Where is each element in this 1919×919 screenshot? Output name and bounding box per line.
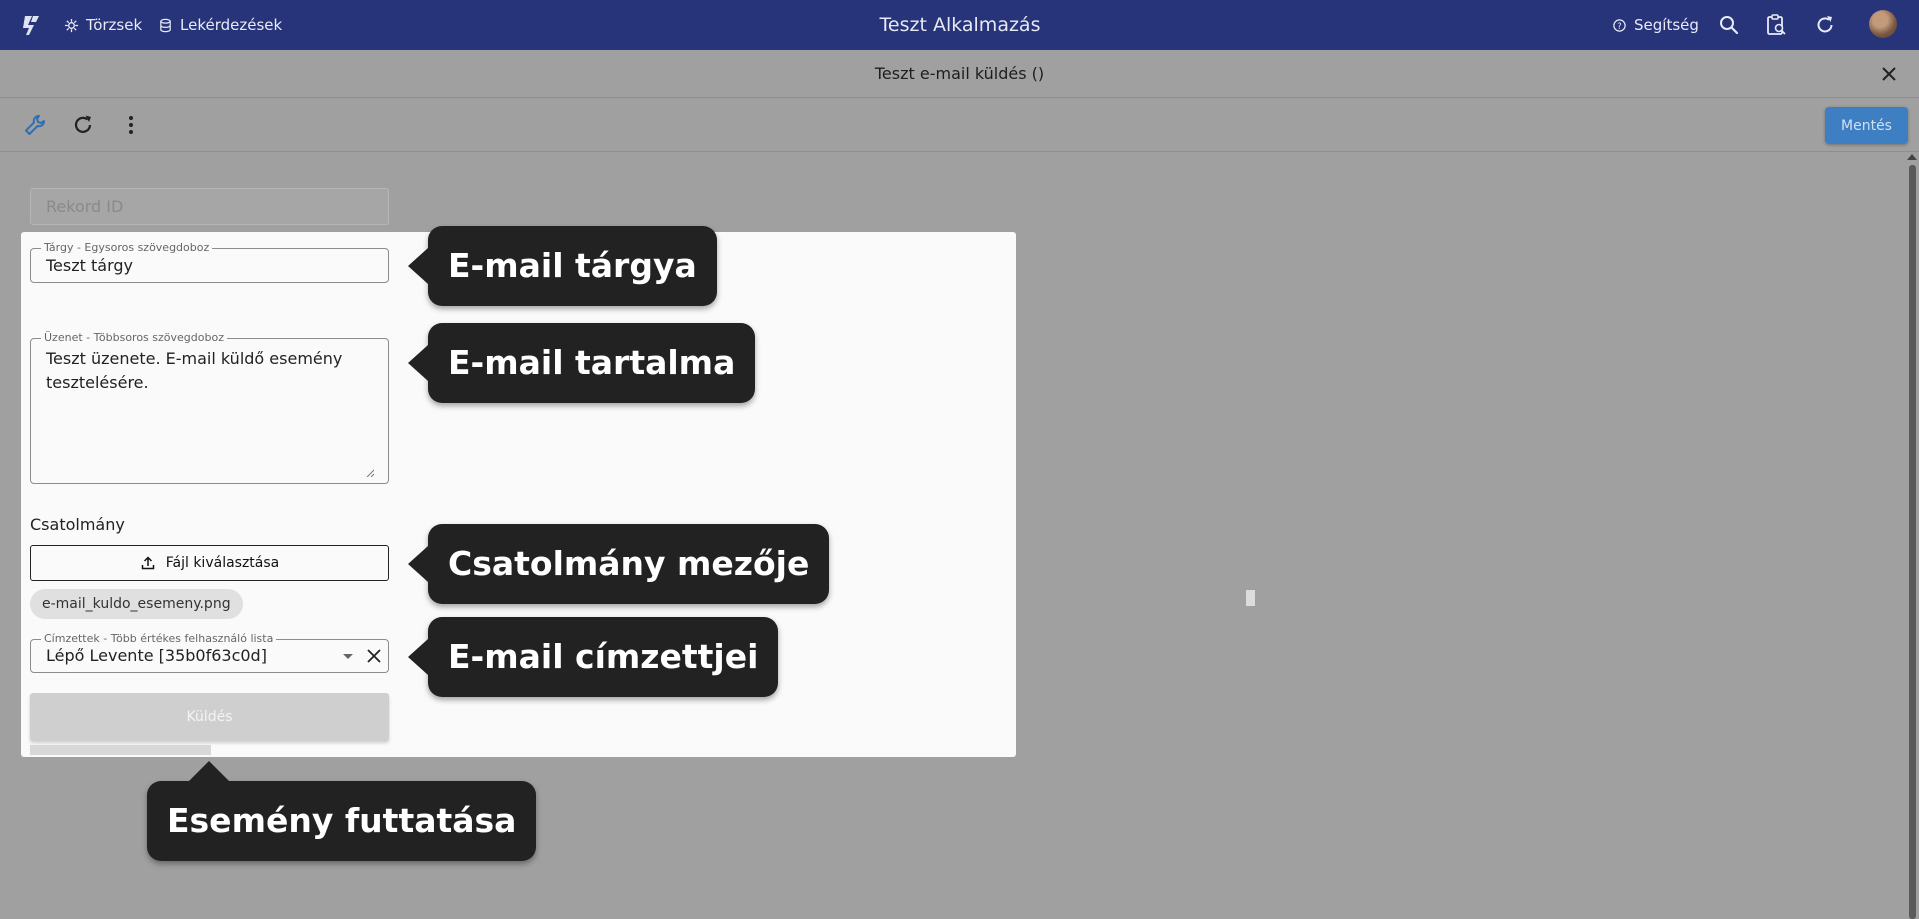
- subject-field[interactable]: Tárgy - Egysoros szövegdoboz Teszt tárgy: [30, 241, 389, 283]
- database-icon: [160, 18, 171, 32]
- svg-text:?: ?: [1617, 20, 1621, 30]
- send-button[interactable]: Küldés: [30, 693, 389, 741]
- gear-icon: [64, 18, 79, 32]
- help-label: Segítség: [1634, 16, 1699, 34]
- subject-value: Teszt tárgy: [46, 256, 133, 275]
- send-button-shadow: [30, 745, 211, 755]
- recipients-select[interactable]: Címzettek - Több értékes felhasználó lis…: [30, 632, 389, 673]
- app-bar: Törzsek Lekérdezések Teszt Alkalmazás ? …: [0, 0, 1919, 50]
- nav-item-label: Lekérdezések: [180, 16, 283, 34]
- scroll-up-arrow[interactable]: [1907, 154, 1917, 160]
- refresh-icon[interactable]: [1813, 13, 1837, 37]
- resize-grip-icon[interactable]: [366, 469, 374, 477]
- toolbar: [0, 98, 1919, 152]
- search-icon[interactable]: [1717, 13, 1741, 37]
- app-title: Teszt Alkalmazás: [879, 14, 1041, 36]
- callout-message: E-mail tartalma: [407, 323, 756, 403]
- help-link[interactable]: ? Segítség: [1612, 0, 1699, 50]
- more-vert-icon[interactable]: [118, 112, 144, 138]
- avatar[interactable]: [1869, 10, 1897, 38]
- choose-file-button[interactable]: Fájl kiválasztása: [30, 545, 389, 581]
- callout-attachment: Csatolmány mezője: [407, 524, 830, 604]
- choose-file-label: Fájl kiválasztása: [165, 555, 280, 571]
- upload-icon: [141, 556, 154, 570]
- close-icon[interactable]: [1879, 64, 1899, 84]
- recipients-value: Lépő Levente [35b0f63c0d]: [46, 646, 267, 665]
- recipients-label: Címzettek - Több értékes felhasználó lis…: [41, 632, 277, 645]
- dialog-title-bar: Teszt e-mail küldés (): [0, 50, 1919, 98]
- attachment-label: Csatolmány: [30, 515, 125, 534]
- wrench-icon[interactable]: [22, 112, 48, 138]
- clear-icon[interactable]: [365, 647, 383, 665]
- reload-icon[interactable]: [70, 112, 96, 138]
- subject-label: Tárgy - Egysoros szövegdoboz: [41, 241, 213, 254]
- dialog-title: Teszt e-mail küldés (): [874, 64, 1045, 83]
- clipboard-search-icon[interactable]: [1764, 13, 1788, 37]
- attachment-chip[interactable]: e-mail_kuldo_esemeny.png: [30, 589, 243, 619]
- save-button[interactable]: Mentés: [1825, 107, 1908, 144]
- nav-item-lekerdezesek[interactable]: Lekérdezések: [158, 0, 282, 50]
- record-id-field[interactable]: Rekord ID: [30, 188, 389, 225]
- message-textarea[interactable]: Üzenet - Többsoros szövegdoboz Teszt üze…: [30, 331, 389, 484]
- app-logo-icon[interactable]: [20, 13, 42, 37]
- scrollbar-thumb[interactable]: [1909, 165, 1916, 919]
- nav-item-label: Törzsek: [86, 16, 143, 34]
- callout-subject: E-mail tárgya: [408, 226, 717, 306]
- callout-run-event: Esemény futtatása: [147, 761, 537, 861]
- help-icon: ?: [1613, 18, 1626, 32]
- dropdown-arrow-icon[interactable]: [343, 654, 353, 659]
- cursor-marker: [1246, 590, 1255, 606]
- message-label: Üzenet - Többsoros szövegdoboz: [41, 331, 227, 344]
- callout-recipients: E-mail címzettjei: [407, 617, 779, 697]
- nav-item-torzsek[interactable]: Törzsek: [64, 0, 142, 50]
- message-value: Teszt üzenete. E-mail küldő esemény tesz…: [46, 349, 343, 392]
